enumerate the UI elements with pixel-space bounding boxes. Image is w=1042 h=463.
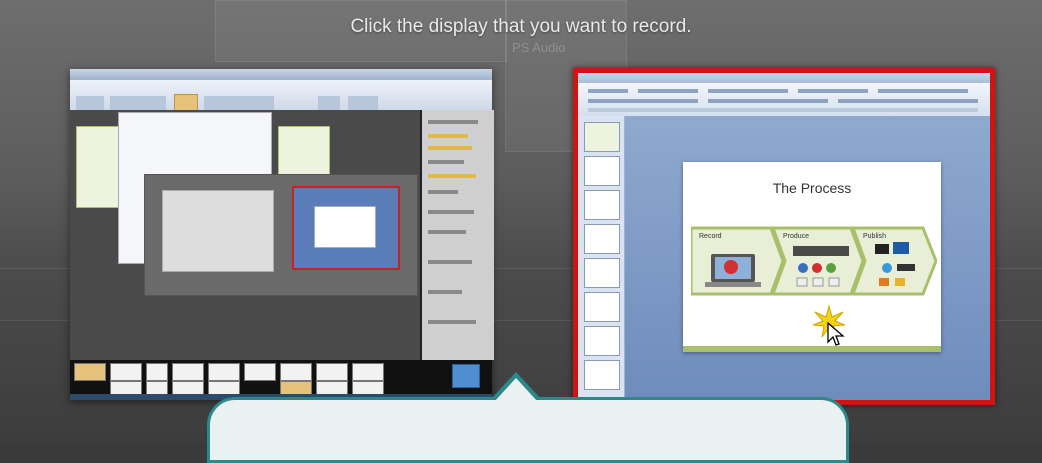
slide-thumbnail <box>584 326 620 356</box>
slide-title: The Process <box>772 180 852 196</box>
instruction-text: Click the display that you want to recor… <box>350 16 692 37</box>
cursor-icon <box>827 322 845 346</box>
callout-bubble <box>207 397 849 463</box>
callout-pointer-fill <box>494 378 538 402</box>
slide-thumbnail <box>584 190 620 220</box>
slide-thumbnail <box>584 258 620 288</box>
side-panel <box>420 110 494 360</box>
step-label: Produce <box>783 233 810 240</box>
slide-canvas: The Process Record Produce Publish <box>683 162 941 352</box>
slide-thumbnail-pane <box>578 116 625 400</box>
ribbon <box>578 83 990 117</box>
slide-thumbnail <box>584 360 620 390</box>
slide-thumbnail <box>584 292 620 322</box>
laptop-icon <box>705 254 761 287</box>
ribbon <box>70 80 492 118</box>
workspace <box>70 110 420 360</box>
title-bar <box>578 73 990 83</box>
background-label: PS Audio <box>512 40 566 55</box>
display-1-preview[interactable] <box>70 69 494 400</box>
slide-editor: The Process Record Produce Publish <box>625 116 990 400</box>
slide-thumbnail <box>584 122 620 152</box>
process-diagram <box>691 226 937 296</box>
step-label: Record <box>699 233 722 240</box>
slide-thumbnail <box>584 224 620 254</box>
nested-slide <box>314 206 376 248</box>
slide-footer-bar <box>683 346 941 352</box>
display-2-preview[interactable]: The Process Record Produce Publish <box>573 68 995 405</box>
nested-thumb <box>162 190 274 272</box>
step-label: Publish <box>863 233 886 240</box>
title-bar <box>70 69 492 80</box>
slide-thumbnail <box>584 156 620 186</box>
